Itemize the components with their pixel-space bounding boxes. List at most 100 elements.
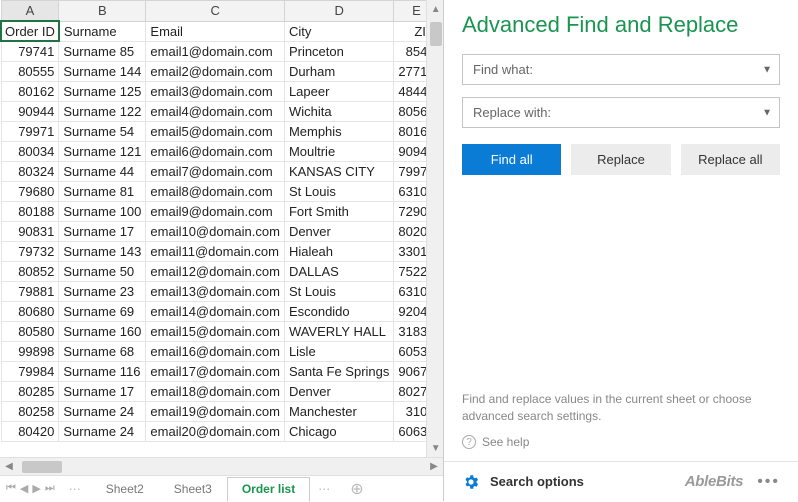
cell[interactable]: 79680 xyxy=(1,182,59,202)
cell[interactable]: Hialeah xyxy=(284,242,393,262)
cell[interactable]: 80420 xyxy=(1,422,59,442)
tab-overflow-icon[interactable]: ⋯ xyxy=(310,482,340,496)
sheet-tab[interactable]: Order list xyxy=(227,477,310,502)
cell[interactable]: email11@domain.com xyxy=(146,242,285,262)
find-what-input[interactable]: Find what: xyxy=(462,54,780,85)
cell[interactable]: Durham xyxy=(284,62,393,82)
column-header-A[interactable]: A xyxy=(1,1,59,22)
cell[interactable]: 80580 xyxy=(1,322,59,342)
horizontal-scrollbar[interactable]: ◀ ▶ xyxy=(0,457,443,475)
column-header-C[interactable]: C xyxy=(146,1,285,22)
cell[interactable]: Manchester xyxy=(284,402,393,422)
scroll-right-icon[interactable]: ▶ xyxy=(425,458,443,476)
search-options-button[interactable]: Search options xyxy=(462,473,584,491)
scroll-down-icon[interactable]: ▼ xyxy=(427,439,443,457)
cell[interactable]: 80167 xyxy=(394,122,426,142)
sheet-tab[interactable]: Sheet3 xyxy=(159,477,227,501)
cell[interactable]: 79984 xyxy=(1,362,59,382)
cell[interactable]: Surname 24 xyxy=(59,402,146,422)
cell[interactable]: 79732 xyxy=(1,242,59,262)
tab-last-icon[interactable]: ⏭ xyxy=(45,482,55,495)
cell[interactable]: KANSAS CITY xyxy=(284,162,393,182)
cell[interactable]: 80274 xyxy=(394,382,426,402)
cell[interactable]: 80188 xyxy=(1,202,59,222)
cell[interactable]: 79881 xyxy=(1,282,59,302)
column-header-B[interactable]: B xyxy=(59,1,146,22)
header-cell[interactable]: Order ID xyxy=(1,21,59,41)
cell[interactable]: 33016 xyxy=(394,242,426,262)
cell[interactable]: email19@domain.com xyxy=(146,402,285,422)
cell[interactable]: Surname 125 xyxy=(59,82,146,102)
cell[interactable]: DALLAS xyxy=(284,262,393,282)
replace-button[interactable]: Replace xyxy=(571,144,670,175)
cell[interactable]: 90944 xyxy=(1,102,59,122)
cell[interactable]: email8@domain.com xyxy=(146,182,285,202)
cell[interactable]: Surname 24 xyxy=(59,422,146,442)
cell[interactable]: Memphis xyxy=(284,122,393,142)
cell[interactable]: Surname 160 xyxy=(59,322,146,342)
add-sheet-icon[interactable]: ⊕ xyxy=(340,479,373,499)
cell[interactable]: Surname 44 xyxy=(59,162,146,182)
cell[interactable]: email5@domain.com xyxy=(146,122,285,142)
cell[interactable]: Chicago xyxy=(284,422,393,442)
cell[interactable]: Surname 144 xyxy=(59,62,146,82)
find-all-button[interactable]: Find all xyxy=(462,144,561,175)
cell[interactable]: 80258 xyxy=(1,402,59,422)
cell[interactable]: Wichita xyxy=(284,102,393,122)
cell[interactable]: 8540 xyxy=(394,41,426,62)
cell[interactable]: email17@domain.com xyxy=(146,362,285,382)
cell[interactable]: Princeton xyxy=(284,41,393,62)
tab-first-icon[interactable]: ⏮ xyxy=(6,482,16,495)
cell[interactable]: Surname 116 xyxy=(59,362,146,382)
header-cell[interactable]: ZIP xyxy=(394,21,426,41)
cell[interactable]: Surname 54 xyxy=(59,122,146,142)
scrollbar-thumb[interactable] xyxy=(22,461,62,473)
cell[interactable]: WAVERLY HALL xyxy=(284,322,393,342)
sheet-tab[interactable]: Sheet2 xyxy=(91,477,159,501)
cell[interactable]: 92046 xyxy=(394,302,426,322)
cell[interactable]: Surname 23 xyxy=(59,282,146,302)
header-cell[interactable]: City xyxy=(284,21,393,41)
cell[interactable]: 63102 xyxy=(394,282,426,302)
cell[interactable]: St Louis xyxy=(284,182,393,202)
cell[interactable]: 80852 xyxy=(1,262,59,282)
cell[interactable]: Lisle xyxy=(284,342,393,362)
cell[interactable]: 79976 xyxy=(394,162,426,182)
cell[interactable]: 80162 xyxy=(1,82,59,102)
cell[interactable]: email18@domain.com xyxy=(146,382,285,402)
cell[interactable]: email16@domain.com xyxy=(146,342,285,362)
cell[interactable]: Fort Smith xyxy=(284,202,393,222)
cell[interactable]: email2@domain.com xyxy=(146,62,285,82)
cell[interactable]: email12@domain.com xyxy=(146,262,285,282)
cell[interactable]: email10@domain.com xyxy=(146,222,285,242)
header-cell[interactable]: Email xyxy=(146,21,285,41)
replace-all-button[interactable]: Replace all xyxy=(681,144,780,175)
cell[interactable]: email20@domain.com xyxy=(146,422,285,442)
cell[interactable]: 90948 xyxy=(394,142,426,162)
header-cell[interactable]: Surname xyxy=(59,21,146,41)
cell[interactable]: 63102 xyxy=(394,182,426,202)
scroll-up-icon[interactable]: ▲ xyxy=(427,0,443,18)
cell[interactable]: Lapeer xyxy=(284,82,393,102)
cell[interactable]: St Louis xyxy=(284,282,393,302)
cell[interactable]: 75225 xyxy=(394,262,426,282)
cell[interactable]: email9@domain.com xyxy=(146,202,285,222)
cell[interactable]: Surname 121 xyxy=(59,142,146,162)
cell[interactable]: Surname 100 xyxy=(59,202,146,222)
cell[interactable]: Escondido xyxy=(284,302,393,322)
scroll-left-icon[interactable]: ◀ xyxy=(0,458,18,476)
cell[interactable]: email1@domain.com xyxy=(146,41,285,62)
cell[interactable]: 72908 xyxy=(394,202,426,222)
replace-with-input[interactable]: Replace with: xyxy=(462,97,780,128)
cell[interactable]: Surname 143 xyxy=(59,242,146,262)
cell[interactable]: 80034 xyxy=(1,142,59,162)
tab-next-icon[interactable]: ▶ xyxy=(32,482,40,495)
cell[interactable]: Surname 81 xyxy=(59,182,146,202)
cell[interactable]: email13@domain.com xyxy=(146,282,285,302)
cell[interactable]: 99898 xyxy=(1,342,59,362)
tab-nav-buttons[interactable]: ⏮ ◀ ▶ ⏭ xyxy=(0,482,61,495)
cell[interactable]: 79741 xyxy=(1,41,59,62)
scrollbar-thumb[interactable] xyxy=(430,22,442,46)
tab-prev-icon[interactable]: ◀ xyxy=(20,482,28,495)
cell[interactable]: 60532 xyxy=(394,342,426,362)
